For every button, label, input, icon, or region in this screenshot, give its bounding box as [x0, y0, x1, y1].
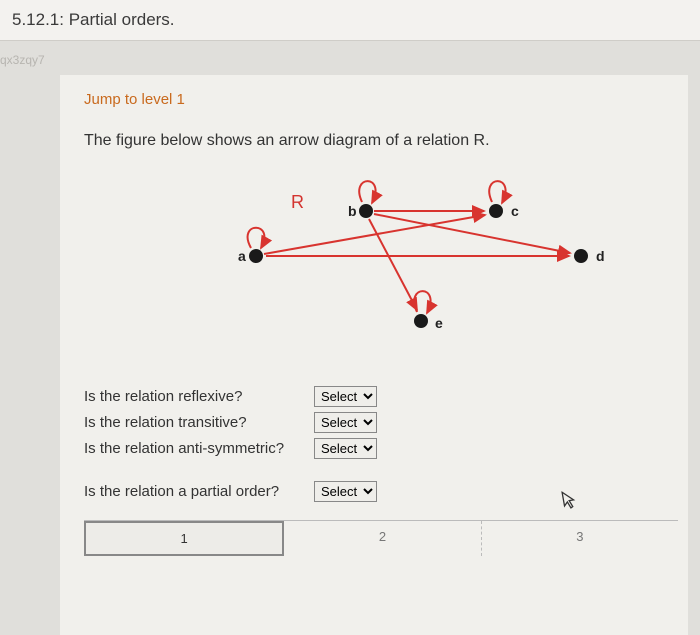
question-label: Is the relation reflexive? — [84, 388, 314, 405]
exercise-panel: Jump to level 1 The figure below shows a… — [60, 75, 688, 635]
node-a-label: a — [238, 248, 246, 264]
question-list: Is the relation reflexive? Select Is the… — [84, 386, 678, 502]
node-e — [414, 314, 428, 328]
question-row: Is the relation transitive? Select — [84, 412, 678, 433]
section-title: 5.12.1: Partial orders. — [0, 0, 700, 41]
node-b — [359, 204, 373, 218]
question-label: Is the relation a partial order? — [84, 483, 314, 500]
node-e-label: e — [435, 315, 443, 331]
edge-b-e — [369, 219, 417, 310]
node-c — [489, 204, 503, 218]
question-row: Is the relation anti-symmetric? Select — [84, 438, 678, 459]
edge-b-d — [374, 214, 570, 253]
node-b-label: b — [348, 203, 357, 219]
progress-step-1[interactable]: 1 — [84, 521, 284, 556]
self-loop-a — [248, 228, 265, 248]
edge-a-c — [264, 215, 485, 254]
question-select-partialorder[interactable]: Select — [314, 481, 377, 502]
node-d — [574, 249, 588, 263]
self-loop-c — [489, 181, 505, 203]
node-a — [249, 249, 263, 263]
question-label: Is the relation transitive? — [84, 414, 314, 431]
question-row: Is the relation a partial order? Select — [84, 481, 678, 502]
progress-steps: 1 2 3 — [84, 520, 678, 556]
question-row: Is the relation reflexive? Select — [84, 386, 678, 407]
self-loop-b — [359, 181, 375, 203]
figure-caption: The figure below shows an arrow diagram … — [84, 132, 678, 150]
node-d-label: d — [596, 248, 605, 264]
progress-step-3[interactable]: 3 — [482, 521, 678, 556]
question-label: Is the relation anti-symmetric? — [84, 440, 314, 457]
question-select-transitive[interactable]: Select — [314, 412, 377, 433]
question-select-reflexive[interactable]: Select — [314, 386, 377, 407]
relation-label: R — [291, 192, 304, 212]
jump-to-level-link[interactable]: Jump to level 1 — [84, 91, 678, 108]
arrow-diagram: R a b c d e — [141, 166, 621, 356]
watermark: qx3zqy7 — [0, 41, 700, 67]
node-c-label: c — [511, 203, 519, 219]
question-select-antisymmetric[interactable]: Select — [314, 438, 377, 459]
progress-step-2[interactable]: 2 — [284, 521, 481, 556]
